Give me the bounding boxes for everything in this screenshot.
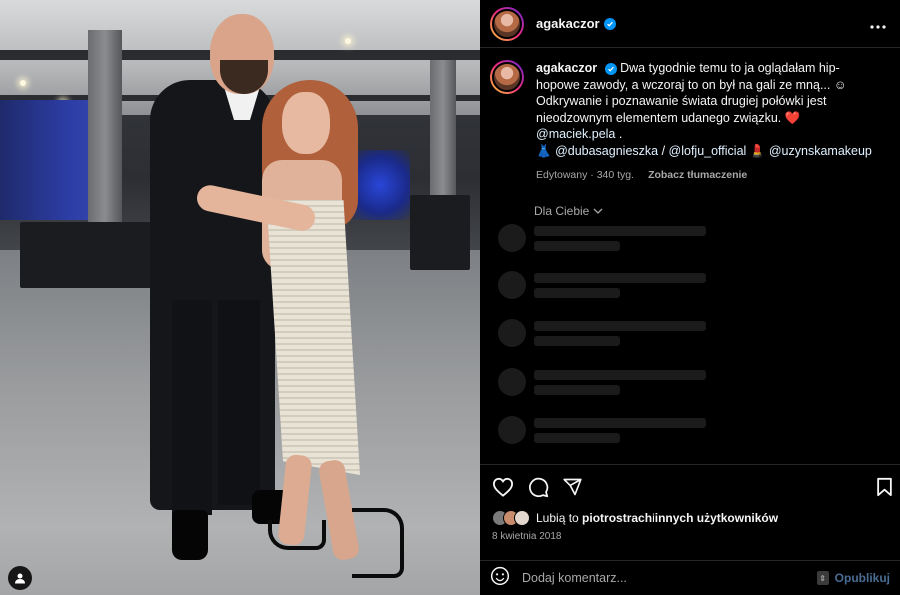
avatar[interactable] [490,6,524,41]
mention-link[interactable]: @lofju_official [669,144,747,158]
bookmark-icon [877,477,892,497]
for-you-label: Dla Ciebie [534,203,590,218]
for-you-dropdown[interactable]: Dla Ciebie [534,204,603,218]
mention-link[interactable]: @uzynskamakeup [769,144,872,158]
tagged-users-button[interactable] [8,566,32,590]
woman-face [282,92,330,154]
heart-emoji: ❤️ [784,110,801,125]
publish-button[interactable]: ⇕ Opublikuj [816,571,890,585]
post-header: agakaczor [480,0,900,48]
user-tag-icon [15,573,25,584]
mention-link[interactable]: @maciek.pela [536,127,615,141]
caption-username[interactable]: agakaczor [536,61,597,75]
caption-body-text: . [615,127,623,141]
caption-text: agakaczor Dwa tygodnie temu to ja ogląda… [536,60,874,184]
dress-emoji: 👗 [536,143,552,158]
action-bar [480,464,900,508]
avatar[interactable] [490,60,524,94]
avatar [514,510,530,526]
cocktail-table [410,195,470,270]
verified-icon [603,17,616,30]
author-username[interactable]: agakaczor [536,16,600,31]
comment-skeleton [498,222,878,254]
caption-separator: / [658,143,669,158]
post-date: 8 kwietnia 2018 [492,531,562,542]
comment-icon [529,477,549,498]
add-comment-bar: ⇕ Opublikuj [480,560,900,595]
share-icon [563,478,582,496]
publish-label: Opublikuj [834,571,890,585]
emoji-button[interactable] [490,566,510,591]
more-options-button[interactable] [866,9,890,38]
comment-skeleton [498,366,878,398]
man-leg [172,300,212,515]
verified-icon [604,62,617,75]
pillar [88,30,122,230]
like-button[interactable] [492,477,514,502]
heart-icon [492,477,514,497]
mention-link[interactable]: @dubasagnieszka [555,144,658,158]
ceiling-lamp [20,80,26,86]
publish-icon: ⇕ [816,571,829,585]
caption-meta: Edytowany · 340 tyg. Zobacz tłumaczenie [536,167,874,184]
high-heel [268,520,326,550]
liker-username[interactable]: piotrostrach [582,511,652,525]
cocktail-table [20,222,160,288]
edited-timestamp: Edytowany · 340 tyg. [536,169,635,181]
lipstick-emoji: 💄 [749,143,766,158]
likes-prefix: Lubią to [536,511,579,525]
comment-input[interactable] [522,571,817,585]
likes-others[interactable]: innych użytkowników [655,511,778,525]
caption: agakaczor Dwa tygodnie temu to ja ogląda… [480,48,900,184]
blue-light [350,150,410,220]
comment-skeleton [498,414,878,446]
emoji-icon [490,566,510,585]
liker-avatars [492,510,530,526]
post-photo[interactable] [0,0,480,595]
see-translation-link[interactable]: Zobacz tłumaczenie [648,167,747,184]
post-details-panel: agakaczor agakaczor Dwa tygodnie temu to… [480,0,900,595]
more-icon [870,25,886,29]
share-button[interactable] [562,477,583,502]
chevron-down-icon [593,208,603,214]
likes-summary[interactable]: Lubią to piotrostrach i innych użytkowni… [492,510,778,526]
ceiling-lamp [345,38,351,44]
save-button[interactable] [876,477,893,502]
man-leg [218,300,260,505]
comment-button[interactable] [528,477,549,503]
comment-skeleton [498,269,878,301]
high-heel [352,508,404,578]
comment-skeleton [498,317,878,349]
man-shoe [172,510,208,560]
